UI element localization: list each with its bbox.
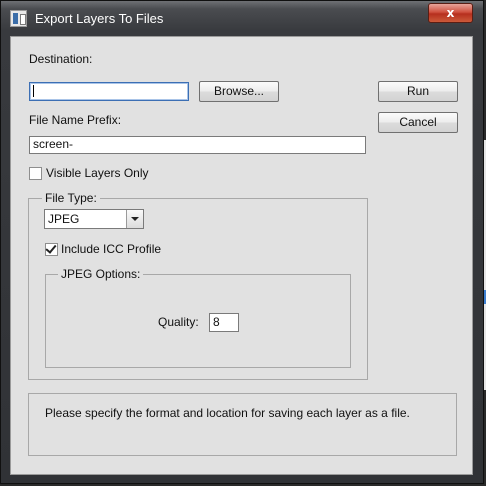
status-message: Please specify the format and location f… xyxy=(45,406,410,420)
visible-layers-only-checkbox[interactable] xyxy=(29,167,42,180)
include-icc-profile-label[interactable]: Include ICC Profile xyxy=(61,242,161,256)
text-caret xyxy=(33,84,34,97)
window-title: Export Layers To Files xyxy=(35,11,164,26)
include-icc-profile-checkbox[interactable] xyxy=(45,242,58,256)
jpeg-options-group: JPEG Options: Quality: 8 xyxy=(45,267,351,368)
visible-layers-only-label[interactable]: Visible Layers Only xyxy=(46,166,149,180)
file-type-selected-value: JPEG xyxy=(48,212,80,226)
export-layers-dialog: Export Layers To Files x Destination: Br… xyxy=(0,0,484,484)
file-name-prefix-label: File Name Prefix: xyxy=(29,113,122,127)
app-icon xyxy=(10,10,27,27)
destination-input[interactable] xyxy=(29,82,189,101)
run-button[interactable]: Run xyxy=(378,81,458,102)
file-name-prefix-input[interactable]: screen- xyxy=(29,136,366,154)
cancel-button[interactable]: Cancel xyxy=(378,112,458,133)
quality-label: Quality: xyxy=(158,315,199,329)
file-type-select[interactable]: JPEG xyxy=(44,209,144,229)
status-panel: Please specify the format and location f… xyxy=(28,393,457,456)
file-type-group-label: File Type: xyxy=(42,191,100,205)
quality-input[interactable]: 8 xyxy=(209,313,239,332)
close-icon: x xyxy=(446,6,455,20)
checkmark-icon xyxy=(45,242,57,254)
browse-button[interactable]: Browse... xyxy=(199,81,279,102)
destination-label: Destination: xyxy=(29,52,93,66)
dialog-body: Destination: Browse... Run Cancel File N… xyxy=(10,36,473,475)
jpeg-options-group-label: JPEG Options: xyxy=(58,267,144,281)
chevron-down-icon[interactable] xyxy=(126,210,143,228)
title-bar[interactable]: Export Layers To Files x xyxy=(1,1,485,37)
close-button[interactable]: x xyxy=(428,3,473,23)
file-type-group: File Type: JPEG Include ICC Profile JPEG… xyxy=(28,191,368,380)
